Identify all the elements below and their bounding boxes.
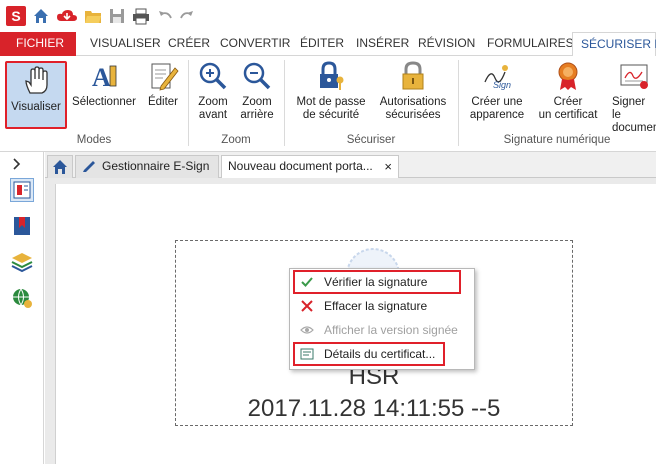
zoom-in-label-2: avant (198, 109, 228, 121)
layers-icon (11, 253, 33, 273)
home-tab-icon (53, 160, 67, 174)
globe-link-icon (13, 288, 32, 308)
tab-revision[interactable]: RÉVISION (410, 32, 483, 56)
padlock-icon (402, 61, 424, 90)
tab-esign-manager[interactable]: Gestionnaire E-Sign (75, 155, 219, 178)
tab-visualiser[interactable]: VISUALISER (82, 32, 169, 56)
tab-editer[interactable]: ÉDITER (292, 32, 352, 56)
password-label-2: de sécurité (302, 109, 360, 121)
visualiser-label: Visualiser (11, 101, 61, 113)
tab-convertir[interactable]: CONVERTIR (212, 32, 298, 56)
app-logo: S (6, 6, 26, 26)
zoom-out-icon (243, 62, 271, 90)
document-tab-bar: Gestionnaire E-Sign Nouveau document por… (45, 152, 656, 179)
tab-creer[interactable]: CRÉER (160, 32, 218, 56)
password-label-1: Mot de passe (296, 96, 366, 108)
zoom-in-label-1: Zoom (198, 96, 228, 108)
print-icon[interactable] (132, 7, 150, 25)
tab-new-document[interactable]: Nouveau document porta... × (221, 155, 399, 179)
home-tab[interactable] (47, 155, 73, 178)
selectionner-button[interactable]: A Sélectionner (70, 60, 138, 109)
sign-appearance-icon: Sign (484, 65, 511, 90)
zoom-in-button[interactable]: Zoom avant (196, 60, 230, 122)
selectionner-label: Sélectionner (72, 96, 136, 108)
redo-icon[interactable] (178, 7, 196, 25)
undo-icon[interactable] (156, 7, 174, 25)
create-certificate-label-1: Créer (553, 96, 583, 108)
permissions-label-1: Autorisations (379, 96, 447, 108)
signatures-panel-button[interactable] (10, 286, 34, 310)
ribbon-tab-bar: FICHIER VISUALISER CRÉER CONVERTIR ÉDITE… (0, 32, 656, 57)
highlight-cert-details (293, 342, 445, 366)
layers-panel-button[interactable] (10, 250, 34, 274)
hand-icon (25, 66, 48, 94)
permissions-label-2: sécurisées (385, 109, 441, 121)
thumbnails-icon (13, 181, 31, 199)
thumbnails-panel-button[interactable] (10, 178, 34, 202)
create-certificate-label-2: un certificat (538, 109, 598, 121)
tab-fichier[interactable]: FICHIER (0, 32, 76, 56)
group-label-modes: Modes (76, 134, 112, 146)
tab-esign-manager-label: Gestionnaire E-Sign (102, 159, 210, 173)
editer-button[interactable]: Éditer (144, 60, 182, 109)
zoom-out-label-1: Zoom (242, 96, 272, 108)
tab-inserer[interactable]: INSÉRER (348, 32, 417, 56)
create-appearance-label-2: apparence (469, 109, 525, 121)
group-label-zoom: Zoom (221, 134, 251, 146)
clear-signature-label: Effacer la signature (324, 299, 428, 313)
bookmark-icon (14, 217, 30, 235)
text-cursor-icon: A (92, 63, 117, 92)
tab-formulaires[interactable]: FORMULAIRES (479, 32, 582, 56)
sign-document-icon (620, 64, 648, 89)
expand-chevron-icon[interactable] (8, 156, 24, 172)
quick-access-toolbar: S (0, 0, 656, 32)
tab-new-document-label: Nouveau document porta... (228, 159, 373, 173)
group-label-securiser: Sécuriser (346, 134, 396, 146)
home-icon[interactable] (32, 7, 50, 25)
pen-icon (83, 161, 95, 172)
editer-label: Éditer (147, 96, 179, 108)
show-signed-version-item[interactable]: Afficher la version signée (292, 319, 472, 341)
save-icon[interactable] (108, 7, 126, 25)
ribbon: Visualiser A Sélectionner Éditer Modes Z… (0, 56, 656, 152)
visualiser-button[interactable]: Visualiser (5, 61, 67, 129)
highlight-verify (293, 270, 461, 294)
secure-permissions-button[interactable]: Autorisations sécurisées (376, 60, 450, 122)
left-panel (0, 152, 44, 464)
create-appearance-button[interactable]: Sign Créer une apparence (466, 60, 528, 122)
zoom-out-button[interactable]: Zoom arrière (238, 60, 276, 122)
show-signed-version-label: Afficher la version signée (324, 323, 458, 337)
create-certificate-button[interactable]: Créer un certificat (536, 60, 600, 122)
delete-x-icon (301, 300, 313, 312)
cloud-icon[interactable] (56, 7, 78, 25)
password-security-button[interactable]: Mot de passe de sécurité (292, 60, 370, 122)
svg-text:A: A (92, 63, 111, 92)
sign-label-2: documen (612, 122, 656, 134)
open-folder-icon[interactable] (84, 7, 102, 25)
bookmarks-panel-button[interactable] (10, 214, 34, 238)
sign-label-1: Signer le (612, 96, 646, 121)
eye-icon (300, 326, 314, 334)
group-label-signature: Signature numérique (503, 134, 611, 146)
edit-document-icon (151, 63, 179, 91)
clear-signature-item[interactable]: Effacer la signature (292, 295, 472, 317)
sign-document-button[interactable]: Signer le documen (608, 60, 656, 135)
zoom-out-label-2: arrière (240, 109, 274, 121)
create-appearance-label-1: Créer une (471, 96, 523, 108)
close-tab-icon[interactable]: × (384, 156, 392, 177)
zoom-in-icon (199, 62, 227, 90)
svg-text:Sign: Sign (493, 80, 511, 90)
signature-date: 2017.11.28 14:11:55 --5 (247, 395, 501, 422)
certificate-ribbon-icon (558, 62, 578, 90)
lock-key-icon (320, 61, 344, 90)
tab-securiser[interactable]: SÉCURISER ET (572, 32, 656, 57)
